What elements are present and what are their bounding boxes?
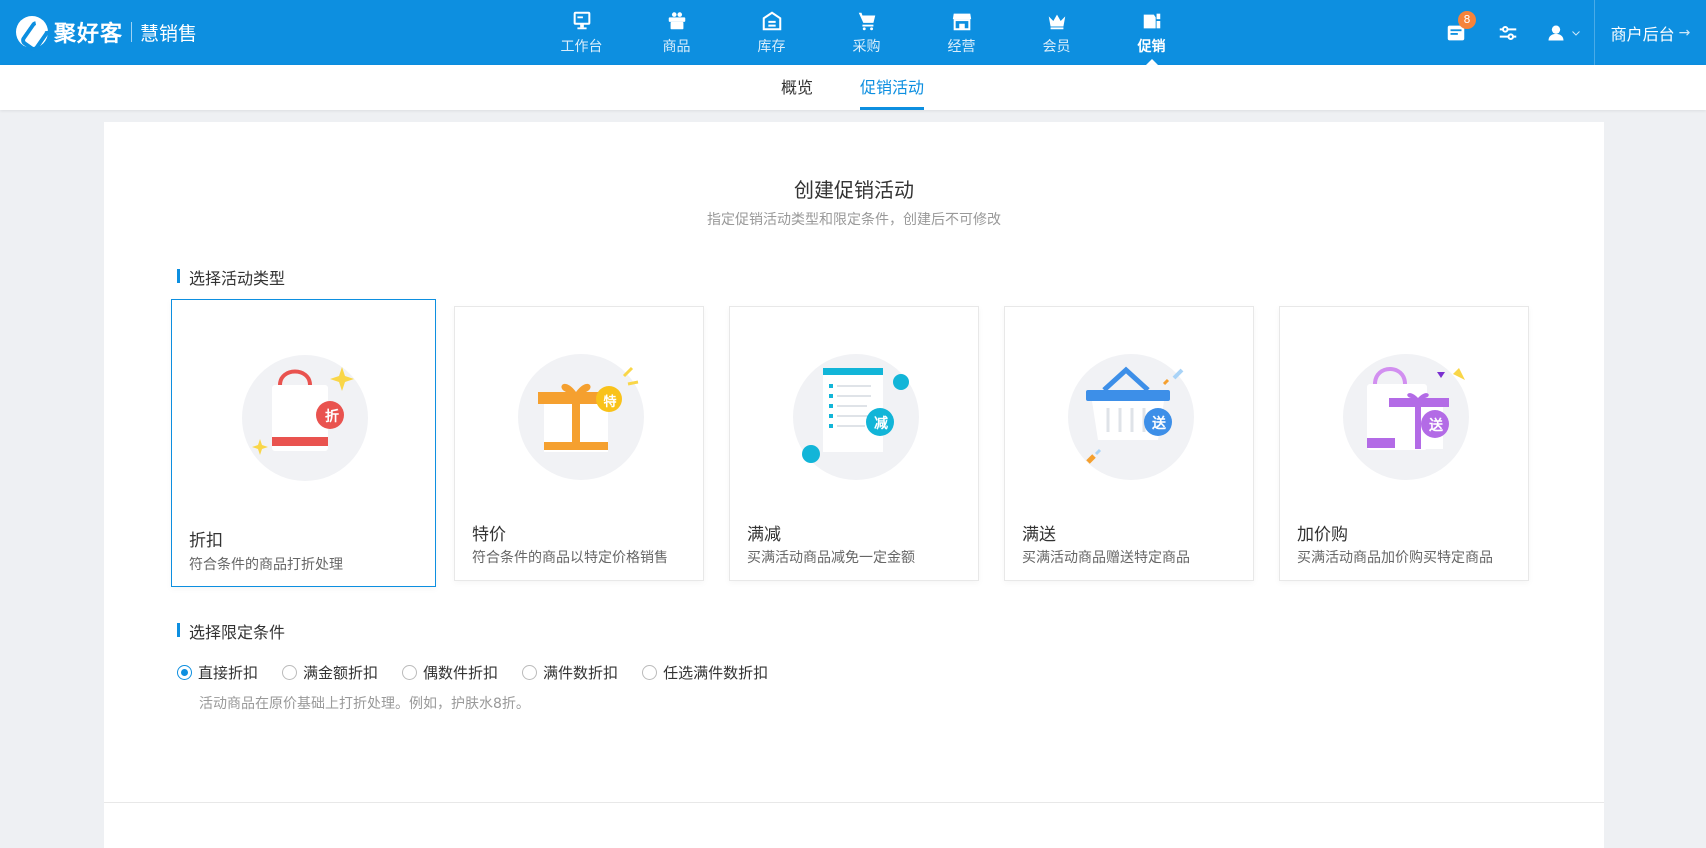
radio-direct-discount[interactable]: 直接折扣: [177, 662, 258, 683]
arrow-right-icon: →: [1678, 24, 1691, 41]
top-tools: 8: [1430, 0, 1594, 65]
special-badge: 特: [603, 395, 617, 410]
promo-type-name: 加价购: [1297, 525, 1348, 545]
nav-label: 经营: [947, 39, 976, 55]
user-menu-button[interactable]: [1534, 0, 1594, 65]
messages-badge: 8: [1458, 11, 1476, 29]
nav-label: 商品: [662, 39, 691, 55]
add-on-badge: 送: [1429, 418, 1443, 434]
basket-illustration: 送: [1068, 354, 1194, 480]
tab-overview[interactable]: 概览: [781, 65, 813, 110]
promo-type-desc: 符合条件的商品以特定价格销售: [472, 550, 668, 566]
promo-type-desc: 买满活动商品赠送特定商品: [1022, 550, 1190, 566]
radio-dot[interactable]: [642, 665, 658, 680]
warehouse-icon: [760, 9, 784, 33]
discount-illustration: 折: [242, 355, 368, 481]
merchant-label: 商户后台: [1610, 24, 1675, 44]
radio-label: 满件数折扣: [543, 664, 619, 682]
brand-logo-icon: [16, 16, 48, 48]
nav-label: 库存: [757, 39, 786, 55]
condition-radio-group: 直接折扣 满金额折扣 偶数件折扣 满件数折扣 任选满件数折扣: [177, 662, 792, 683]
promo-type-full-reduction[interactable]: 减 满减 买满活动商品减免一定金额: [729, 306, 979, 581]
radio-label: 偶数件折扣: [423, 664, 499, 682]
promo-type-name: 满送: [1022, 525, 1056, 545]
section-title-type: 选择活动类型: [177, 265, 285, 289]
nav-label: 工作台: [560, 39, 603, 55]
brand-name: 聚好客: [54, 22, 124, 47]
promo-type-desc: 符合条件的商品打折处理: [189, 557, 343, 573]
promo-type-name: 折扣: [189, 531, 223, 551]
nav-item-purchase[interactable]: 采购: [819, 0, 914, 65]
merchant-backend-link[interactable]: 商户后台 →: [1594, 0, 1706, 65]
promo-type-full-gift[interactable]: 送 满送 买满活动商品赠送特定商品: [1004, 306, 1254, 581]
gift-box-illustration: 特: [518, 354, 644, 480]
promo-type-name: 满减: [747, 525, 781, 545]
discount-badge: 折: [325, 409, 339, 425]
radio-amount-discount[interactable]: 满金额折扣: [282, 662, 378, 683]
promo-type-desc: 买满活动商品减免一定金额: [747, 550, 915, 566]
create-promotion-panel: 创建促销活动 指定促销活动类型和限定条件，创建后不可修改 选择活动类型 折 折扣…: [104, 122, 1604, 802]
condition-hint: 活动商品在原价基础上打折处理。例如，护肤水8折。: [199, 696, 530, 712]
nav-item-dashboard[interactable]: 工作台: [534, 0, 629, 65]
page-title: 创建促销活动: [794, 178, 914, 202]
promo-type-desc: 买满活动商品加价购买特定商品: [1297, 550, 1493, 566]
nav-item-member[interactable]: 会员: [1009, 0, 1104, 65]
top-bar: 聚好客 慧销售 工作台 商品 库存 采购 经营 会员 促销 8 商户后台 →: [0, 0, 1706, 65]
radio-quantity-discount[interactable]: 满件数折扣: [522, 662, 618, 683]
reduction-badge: 减: [874, 416, 888, 432]
nav-item-warehouse[interactable]: 库存: [724, 0, 819, 65]
main-nav: 工作台 商品 库存 采购 经营 会员 促销: [534, 0, 1199, 65]
brand-divider: [131, 22, 133, 42]
radio-label: 任选满件数折扣: [663, 664, 769, 682]
radio-dot[interactable]: [177, 665, 192, 680]
nav-item-goods[interactable]: 商品: [629, 0, 724, 65]
radio-dot[interactable]: [282, 665, 298, 680]
nav-item-promotion[interactable]: 促销: [1104, 0, 1199, 65]
sliders-icon: [1499, 25, 1517, 40]
settings-button[interactable]: [1482, 0, 1534, 65]
promo-type-special-price[interactable]: 特 特价 符合条件的商品以特定价格销售: [454, 306, 704, 581]
promo-type-add-on-purchase[interactable]: 送 加价购 买满活动商品加价购买特定商品: [1279, 306, 1529, 581]
sub-nav: 概览 促销活动: [0, 65, 1706, 110]
section-title-condition: 选择限定条件: [177, 619, 285, 643]
tab-promotions[interactable]: 促销活动: [860, 65, 925, 110]
nav-label: 会员: [1042, 39, 1071, 55]
promo-type-discount[interactable]: 折 折扣 符合条件的商品打折处理: [171, 299, 436, 587]
cart-icon: [855, 9, 879, 33]
crown-icon: [1045, 9, 1069, 33]
radio-any-quantity-discount[interactable]: 任选满件数折扣: [642, 662, 768, 683]
bag-gift-illustration: 送: [1343, 354, 1469, 480]
coupon-icon: [1140, 9, 1164, 33]
radio-label: 直接折扣: [198, 664, 259, 682]
radio-dot[interactable]: [522, 665, 538, 680]
brand[interactable]: 聚好客 慧销售: [16, 15, 197, 49]
user-icon: [1548, 25, 1564, 40]
goods-icon: [665, 9, 689, 33]
radio-dot[interactable]: [402, 665, 418, 680]
radio-even-count-discount[interactable]: 偶数件折扣: [402, 662, 498, 683]
receipt-illustration: 减: [793, 354, 919, 480]
store-icon: [950, 9, 974, 33]
nav-label: 采购: [852, 39, 881, 55]
nav-item-operation[interactable]: 经营: [914, 0, 1009, 65]
chevron-down-icon: [1572, 30, 1580, 36]
messages-button[interactable]: 8: [1430, 0, 1482, 65]
gift-badge: 送: [1152, 416, 1166, 432]
radio-label: 满金额折扣: [303, 664, 379, 682]
promo-type-name: 特价: [472, 525, 506, 545]
dashboard-icon: [570, 9, 594, 33]
page-subtitle: 指定促销活动类型和限定条件，创建后不可修改: [707, 212, 1001, 228]
nav-label: 促销: [1137, 39, 1166, 55]
brand-product: 慧销售: [140, 22, 198, 45]
footer-panel: [104, 802, 1604, 848]
